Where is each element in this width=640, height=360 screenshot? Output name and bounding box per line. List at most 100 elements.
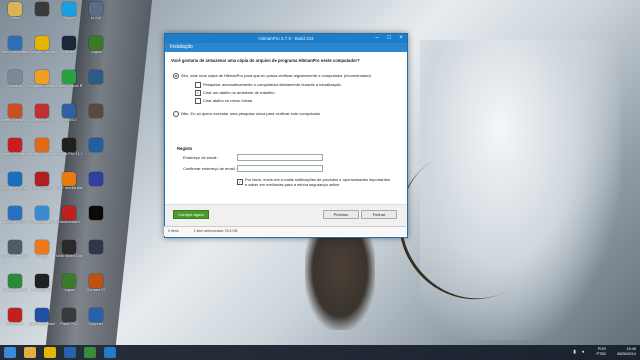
status-items: 0 itens <box>168 229 179 233</box>
desktop-icon[interactable]: Razer Game Booster <box>56 70 82 94</box>
network-icon[interactable]: ▮ <box>573 349 576 355</box>
radio-yes[interactable] <box>173 73 179 79</box>
close-button[interactable]: Fechar <box>361 210 397 219</box>
checkbox-newsletter[interactable]: ✓ <box>237 179 243 185</box>
desktop-icon[interactable]: Nero 2014 <box>29 172 55 196</box>
close-window-button[interactable]: × <box>395 34 407 43</box>
camtasia-icon[interactable] <box>84 347 96 358</box>
desktop-icon[interactable]: VLC media player <box>56 172 82 196</box>
desktop-icon[interactable]: Vegas Pro 11.0 (64-bit) <box>56 138 82 162</box>
radio-no[interactable] <box>173 111 179 117</box>
app-icon <box>89 308 103 322</box>
email-label: Endereço de email : <box>183 155 219 160</box>
desktop-icon[interactable] <box>83 206 109 230</box>
buy-now-button[interactable]: Compre agora <box>173 210 209 219</box>
language-indicator[interactable]: POR PTB2 <box>597 347 607 357</box>
option-no[interactable]: Não, Eu só quero executar uma pesquisa ú… <box>173 111 320 117</box>
app-icon <box>62 206 76 220</box>
option-yes[interactable]: Sim, criar uma cópia de HitmanPro para q… <box>173 73 371 79</box>
desktop-icon[interactable]: Google Chrome <box>29 36 55 60</box>
desktop-icon[interactable]: Vidz Video Downloader <box>56 240 82 264</box>
desktop-icon[interactable]: UltraISO <box>56 104 82 128</box>
desktop-icon[interactable]: Meu computador <box>2 36 28 60</box>
desktop-icon[interactable]: Mozilla Firefox <box>29 138 55 162</box>
window-titlebar[interactable]: HitmanPro 3.7.9 - Build 224 – □ × <box>165 34 407 43</box>
desktop-icon[interactable]: Advanced SystemCare 7 <box>2 172 28 196</box>
desktop-icon-label: Revo Uninstaller <box>29 322 55 326</box>
desktop-icon[interactable]: Pack PS2 <box>56 308 82 332</box>
app-icon <box>89 104 103 118</box>
desktop-icon[interactable] <box>83 172 109 196</box>
desktop-icon[interactable]: Adobe Reader XI <box>2 138 28 162</box>
desktop-icon[interactable]: Contact 07 <box>83 274 109 298</box>
next-button[interactable]: Próximo <box>323 210 359 219</box>
desktop-icon[interactable]: Jogos <box>56 274 82 298</box>
desktop-icon-label: Contact 07 <box>86 288 106 292</box>
desktop-icon[interactable] <box>29 2 55 26</box>
desktop-icon[interactable]: Orvell Interactive <box>2 240 28 264</box>
windows-logo-icon[interactable] <box>4 347 16 358</box>
sub-option-1[interactable]: ✓ Criar um atalho no ambiente de trabalho <box>195 90 275 96</box>
desktop-icon[interactable] <box>83 104 109 128</box>
desktop-icon[interactable]: CCleaner <box>2 308 28 332</box>
install-question: Você gostaria de armazenar uma cópia do … <box>171 58 360 63</box>
desktop-icon[interactable]: Dolphin <box>83 308 109 332</box>
file-explorer-icon[interactable] <box>24 347 36 358</box>
desktop-icon-label: UltraISO <box>61 118 77 122</box>
desktop-icon-label: Origin <box>36 254 48 258</box>
desktop-icon[interactable]: PerfectDisk <box>29 274 55 298</box>
desktop-icon[interactable]: Skype <box>56 2 82 26</box>
app-icon <box>89 274 103 288</box>
minimize-button[interactable]: – <box>371 34 383 43</box>
sub-option-2[interactable]: Criar atalho no menu Iniciar <box>195 98 252 104</box>
desktop-icon[interactable]: Wondershare Video Editor <box>56 206 82 230</box>
checkbox-desktop-shortcut[interactable]: ✓ <box>195 90 201 96</box>
desktop-icon[interactable]: Jogos <box>83 36 109 60</box>
app-icon <box>89 172 103 186</box>
checkbox-start-menu[interactable] <box>195 98 201 104</box>
word-icon[interactable] <box>64 347 76 358</box>
desktop-icon[interactable]: Megacubo <box>29 104 55 128</box>
desktop-icon[interactable]: Steam <box>56 36 82 60</box>
sub-option-0[interactable]: Pesquisar automaticamente o computador d… <box>195 82 341 88</box>
desktop-icon[interactable] <box>83 240 109 264</box>
app-icon <box>62 308 76 322</box>
volume-icon[interactable]: ◂ <box>581 349 584 355</box>
app-icon <box>35 240 49 254</box>
desktop-icon-label: Vidz Video Downloader <box>56 254 82 258</box>
app-icon <box>35 138 49 152</box>
desktop-icon[interactable]: Revo Uninstaller <box>29 308 55 332</box>
desktop-icon[interactable] <box>83 138 109 162</box>
desktop-icon-label: Google Chrome <box>29 50 55 54</box>
desktop-icon[interactable]: Feira <box>2 2 28 26</box>
chrome-icon[interactable] <box>44 347 56 358</box>
desktop-icon-label: Alcohol 120% <box>2 220 28 224</box>
app-icon <box>8 36 22 50</box>
maximize-button[interactable]: □ <box>383 34 395 43</box>
desktop-icon[interactable]: LogMeIn Hamachi <box>29 70 55 94</box>
desktop-icon[interactable]: Origin <box>29 240 55 264</box>
desktop-icon[interactable]: Alcohol 120% <box>2 206 28 230</box>
desktop-icon-label: Mozilla Firefox <box>29 152 55 156</box>
desktop-icon-label: Ares Translator <box>2 118 28 122</box>
app-icon <box>62 104 76 118</box>
hitmanpro-icon[interactable] <box>104 347 116 358</box>
app-icon <box>35 308 49 322</box>
desktop-icon[interactable]: Camtasia Studio 8 <box>2 274 28 298</box>
checkbox-daily-scan[interactable] <box>195 82 201 88</box>
taskbar: ▮ ◂ POR PTB2 15:46 06/06/2014 <box>0 345 640 360</box>
desktop-icon[interactable]: Lixeira <box>2 70 28 94</box>
email-confirm-field[interactable] <box>237 165 323 172</box>
desktop-icon-label: Feira <box>10 16 20 20</box>
desktop-icon-label: Adobe Reader XI <box>2 152 28 156</box>
app-icon <box>62 172 76 186</box>
email-field[interactable] <box>237 154 323 161</box>
clock[interactable]: 15:46 06/06/2014 <box>617 347 636 357</box>
desktop-icon[interactable] <box>83 70 109 94</box>
hitmanpro-window: HitmanPro 3.7.9 - Build 224 – □ × Instal… <box>164 33 408 238</box>
desktop-icon[interactable]: N-StZ <box>83 2 109 26</box>
desktop-icon[interactable]: Wondershare Video Converter <box>29 206 55 230</box>
desktop-icon-label: LogMeIn Hamachi <box>29 84 55 88</box>
newsletter-option[interactable]: ✓ Por favor, envie-me e-mails notificaçõe… <box>237 177 393 187</box>
desktop-icon[interactable]: Ares Translator <box>2 104 28 128</box>
